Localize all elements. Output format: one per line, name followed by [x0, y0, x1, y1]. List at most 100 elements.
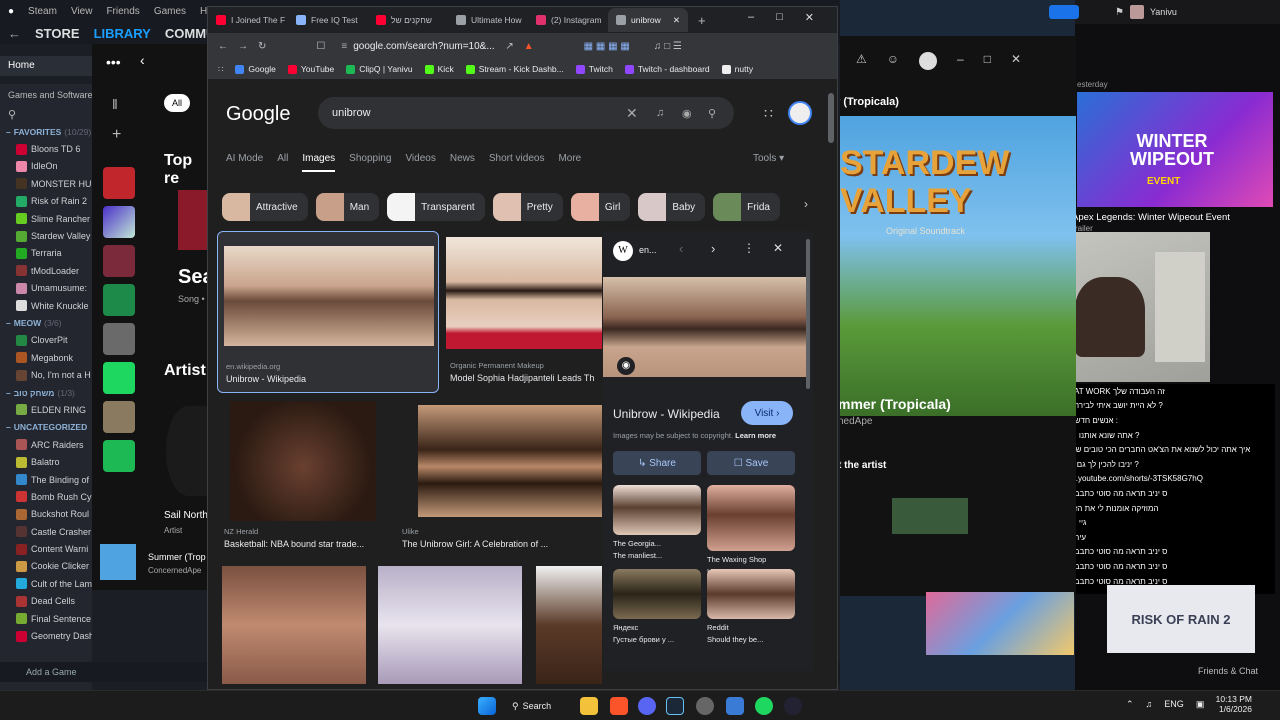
result-title[interactable]: The Unibrow Girl: A Celebration of ...: [402, 539, 548, 549]
tab-4[interactable]: Ultimate How: [448, 8, 528, 32]
steam-icon[interactable]: [666, 697, 684, 715]
now-playing-art[interactable]: [100, 544, 136, 580]
playlist-tile[interactable]: [103, 245, 135, 277]
bookmark-item[interactable]: YouTube: [287, 64, 334, 74]
apps-icon[interactable]: ∷: [764, 105, 773, 122]
game-item[interactable]: ARC Raiders: [0, 436, 92, 453]
friends-chat-button[interactable]: Friends & Chat: [1198, 666, 1258, 676]
app-icon[interactable]: [726, 697, 744, 715]
search-tab[interactable]: Images: [302, 153, 336, 172]
related-image[interactable]: [613, 569, 701, 619]
refine-chip[interactable]: Frida: [713, 193, 780, 221]
result-title[interactable]: Basketball: NBA bound star trade...: [224, 539, 364, 549]
result-title[interactable]: Unibrow - Wikipedia: [226, 374, 306, 384]
result-card-selected[interactable]: en.wikipedia.org Unibrow - Wikipedia: [217, 231, 439, 393]
result-image[interactable]: [222, 566, 366, 684]
share-button[interactable]: ↳ Share: [613, 451, 701, 475]
media-icon[interactable]: ♫ □ ☰: [654, 41, 682, 52]
back-icon[interactable]: ←: [218, 41, 228, 52]
category-hebrew[interactable]: – משחק טוב (1/3): [0, 384, 92, 401]
game-item[interactable]: Geometry Dash: [0, 627, 92, 644]
result-title[interactable]: Model Sophia Hadjipanteli Leads Th: [450, 373, 594, 383]
minimize-icon[interactable]: –: [748, 11, 754, 24]
stream-button[interactable]: [1049, 5, 1079, 19]
game-item[interactable]: Cookie Clicker: [0, 558, 92, 575]
category-favorites[interactable]: – FAVORITES (10/29): [0, 123, 92, 140]
extensions-icon[interactable]: ▦ ▦ ▦ ▦: [584, 41, 630, 52]
game-item[interactable]: Castle Crasher: [0, 523, 92, 540]
now-playing-title[interactable]: Summer (Trop: [148, 552, 206, 562]
game-item[interactable]: IdleOn: [0, 158, 92, 175]
mic-icon[interactable]: ♫: [1146, 699, 1153, 710]
refine-chip[interactable]: Pretty: [492, 193, 563, 221]
address-bar[interactable]: ≡ google.com/search?num=10&...: [335, 37, 495, 55]
related-image[interactable]: [707, 569, 795, 619]
back-icon[interactable]: ←: [8, 26, 21, 41]
settings-icon[interactable]: [696, 697, 714, 715]
game-item[interactable]: Umamusume:: [0, 280, 92, 297]
filter-label[interactable]: Games and Software: [0, 84, 92, 106]
event-title[interactable]: Apex Legends: Winter Wipeout Event: [1072, 212, 1230, 223]
back-icon[interactable]: ‹: [140, 52, 145, 68]
game-item[interactable]: ELDEN RING: [0, 401, 92, 418]
search-box[interactable]: unibrow ✕ ♫ ◉ ⚲: [318, 97, 734, 129]
tab-3[interactable]: שחקנים של: [368, 8, 448, 32]
menu-item[interactable]: Games: [154, 6, 186, 17]
add-game-button[interactable]: Add a Game: [26, 667, 77, 677]
now-playing-artist[interactable]: ConcernedApe: [148, 566, 201, 575]
refine-chip[interactable]: Girl: [570, 193, 631, 221]
bookmark-item[interactable]: nutty: [721, 64, 753, 74]
playlist-tile[interactable]: [103, 167, 135, 199]
panel-scrollbar[interactable]: [806, 239, 810, 389]
learn-more-link[interactable]: Learn more: [735, 431, 776, 440]
menu-item[interactable]: Steam: [28, 6, 57, 17]
event-thumbnail[interactable]: WINTER WIPEOUT EVENT: [1077, 92, 1273, 207]
game-item[interactable]: The Binding of: [0, 471, 92, 488]
liked-songs-tile[interactable]: [103, 206, 135, 238]
bookmark-item[interactable]: Stream - Kick Dashb...: [465, 64, 564, 74]
bookmark-item[interactable]: Google: [235, 64, 276, 74]
game-item[interactable]: White Knuckle: [0, 297, 92, 314]
tab-5[interactable]: (2) Instagram: [528, 8, 608, 32]
bell-icon[interactable]: ⚠: [856, 52, 867, 70]
game-item[interactable]: Cult of the Lamb: [0, 575, 92, 592]
refine-chip[interactable]: Attractive: [222, 193, 308, 221]
game-item[interactable]: Terraria: [0, 245, 92, 262]
maximize-icon[interactable]: □: [984, 52, 991, 70]
result-card[interactable]: NZ Herald Basketball: NBA bound star tra…: [222, 401, 392, 553]
discord-icon[interactable]: [638, 697, 656, 715]
site-info-icon[interactable]: ≡: [341, 41, 347, 52]
search-tab[interactable]: All: [277, 153, 288, 172]
friends-icon[interactable]: ☺: [887, 52, 899, 70]
refine-chip[interactable]: Man: [315, 193, 380, 221]
game-item[interactable]: CloverPit: [0, 332, 92, 349]
more-icon[interactable]: ⋮: [743, 241, 755, 255]
track-artist[interactable]: nedApe: [838, 416, 872, 427]
artist-name[interactable]: Sail North: [164, 510, 208, 521]
game-item[interactable]: Balatro: [0, 453, 92, 470]
maximize-icon[interactable]: □: [776, 11, 783, 24]
result-image[interactable]: [378, 566, 522, 684]
forward-icon[interactable]: →: [238, 41, 248, 52]
preview-title[interactable]: Unibrow - Wikipedia: [613, 407, 720, 421]
save-button[interactable]: ☐ Save: [707, 451, 795, 475]
menu-item[interactable]: Friends: [106, 6, 139, 17]
playlist-tile[interactable]: [103, 362, 135, 394]
library-icon[interactable]: ‖: [112, 96, 118, 112]
game-item[interactable]: Final Sentence Demo: [0, 610, 92, 627]
clock[interactable]: 10:13 PM 1/6/2026: [1208, 694, 1252, 714]
related-image[interactable]: [613, 485, 701, 535]
search-tab[interactable]: Shopping: [349, 153, 391, 172]
prev-icon[interactable]: ‹: [679, 241, 683, 256]
search-tab[interactable]: AI Mode: [226, 153, 263, 172]
menu-dots-icon[interactable]: •••: [106, 54, 121, 70]
brave-icon[interactable]: [610, 697, 628, 715]
site-short[interactable]: en...: [639, 245, 657, 255]
result-card[interactable]: Organic Permanent Makeup Model Sophia Ha…: [446, 237, 602, 389]
search-icon[interactable]: ⚲: [708, 107, 734, 120]
search-tab[interactable]: Videos: [405, 153, 435, 172]
tools-button[interactable]: Tools ▾: [753, 153, 784, 164]
game-item[interactable]: MONSTER HU: [0, 175, 92, 192]
network-icon[interactable]: ▣: [1196, 699, 1205, 710]
next-icon[interactable]: ›: [711, 241, 715, 256]
